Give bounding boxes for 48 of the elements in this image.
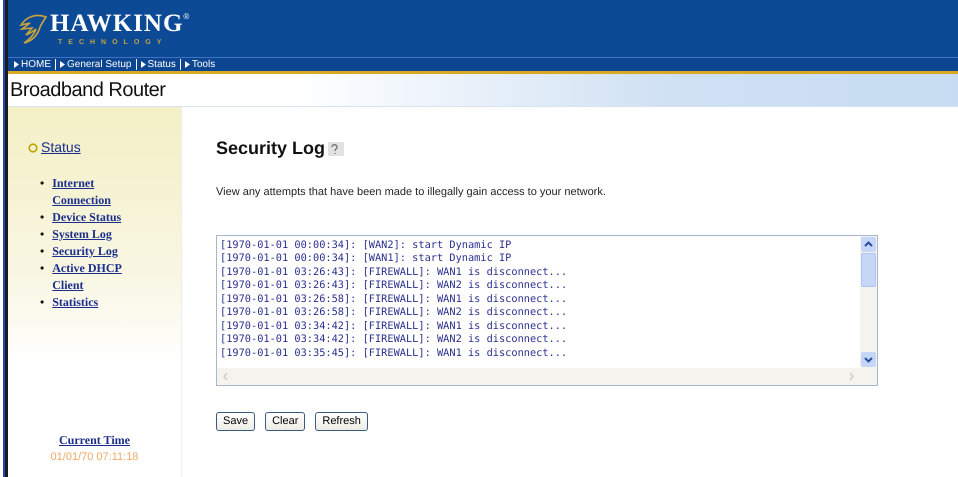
log-line: [1970-01-01 03:26:43]: [FIREWALL]: WAN2 is disconnect... (220, 279, 568, 292)
page-description: View any attempts that have been made to illegally gain access to your network. (216, 185, 607, 200)
sidebar-link[interactable]: Device Status (52, 209, 122, 226)
bullet: • (40, 175, 44, 192)
log-line: [1970-01-01 03:26:58]: [FIREWALL]: WAN2 is disconnect... (220, 306, 568, 320)
horizontal-scrollbar[interactable] (217, 368, 877, 384)
scroll-up-icon[interactable] (860, 236, 877, 252)
log-line: [1970-01-01 00:00:34]: [WAN1]: start Dynamic IP (220, 252, 512, 266)
nav-link[interactable]: Tools (180, 59, 220, 70)
scroll-thumb[interactable] (861, 252, 876, 286)
log-line: [1970-01-01 03:26:58]: [FIREWALL]: WAN1 is disconnect... (220, 292, 568, 306)
sidebar-link[interactable]: Active DHCP Client (52, 260, 144, 294)
triangle-icon (184, 61, 190, 68)
sidebar-link[interactable]: Statistics (52, 294, 98, 311)
nav-link[interactable]: HOME (10, 59, 56, 70)
nav-link[interactable]: General Setup (56, 59, 136, 70)
nav-link[interactable]: Status (136, 59, 181, 70)
sidebar-link[interactable]: System Log (52, 226, 112, 243)
current-time-label: Current Time (58, 432, 131, 448)
log-textarea[interactable] (216, 234, 878, 386)
product-title: Broadband Router (10, 78, 166, 103)
help-icon[interactable] (328, 142, 344, 156)
action-button[interactable]: Save (216, 412, 256, 430)
page-title: Security Log (216, 137, 326, 160)
action-button[interactable]: Refresh (315, 412, 368, 430)
triangle-icon (140, 61, 146, 68)
action-button[interactable]: Clear (265, 412, 306, 430)
sidebar-link[interactable]: Internet Connection (52, 175, 144, 209)
log-line: [1970-01-01 03:34:42]: [FIREWALL]: WAN2 is disconnect... (220, 333, 568, 346)
sidebar-link[interactable]: Security Log (52, 243, 118, 260)
bullet: • (40, 243, 44, 260)
logo-wordmark: HAWKING (50, 10, 184, 37)
log-line: [1970-01-01 00:00:34]: [WAN2]: start Dynamic IP (220, 238, 512, 252)
vertical-scrollbar[interactable] (860, 236, 877, 368)
registered-mark: ® (183, 12, 190, 21)
status-section-link[interactable]: Status (28, 137, 181, 158)
bullet: • (40, 226, 44, 243)
bullet: • (40, 209, 44, 226)
log-line: [1970-01-01 03:34:42]: [FIREWALL]: WAN1 is disconnect... (220, 320, 568, 333)
log-line: [1970-01-01 03:35:45]: [FIREWALL]: WAN1 is disconnect... (220, 346, 568, 360)
bullet: • (40, 260, 44, 277)
triangle-icon (60, 61, 65, 68)
log-line: [1970-01-01 03:26:43]: [FIREWALL]: WAN1 is disconnect... (220, 266, 568, 279)
triangle-icon (14, 61, 19, 68)
current-time-value: 01/01/70 07:11:18 (50, 450, 140, 464)
bullet: • (40, 294, 44, 311)
ring-icon (28, 142, 38, 152)
scroll-down-icon[interactable] (860, 350, 877, 368)
